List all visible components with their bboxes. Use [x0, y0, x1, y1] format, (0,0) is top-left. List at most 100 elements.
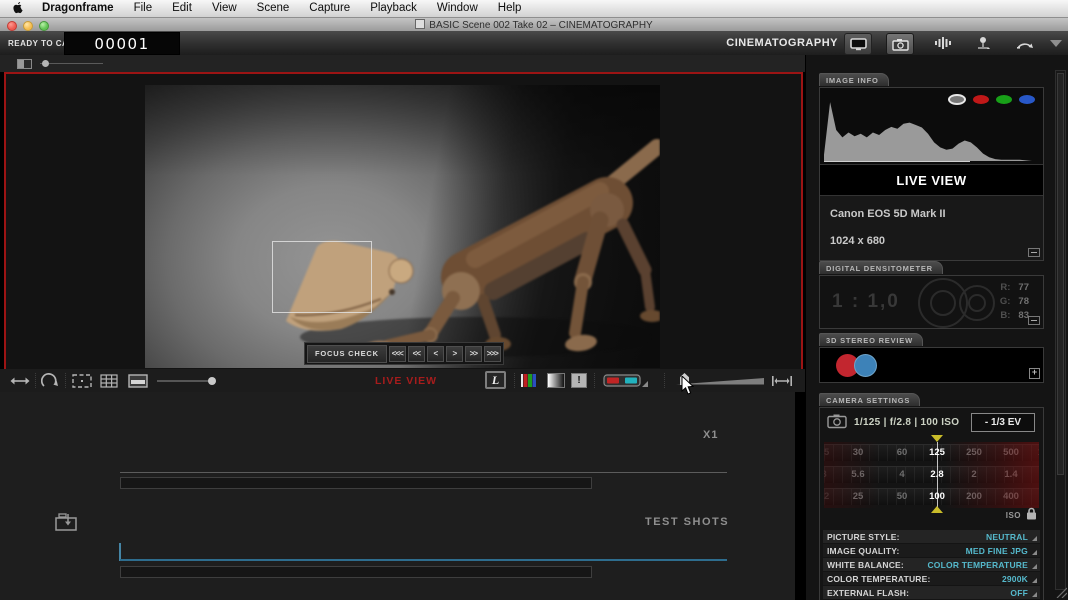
arc-workspace-button[interactable]	[1012, 33, 1038, 53]
exposure-summary: 1/125 | f/2.8 | 100 ISO	[854, 417, 959, 428]
dial-row-iso[interactable]: 122550100200400800	[824, 488, 1039, 505]
contrast-tool-button[interactable]	[547, 373, 565, 388]
capture-test-shot-button[interactable]	[55, 512, 79, 537]
view-zoom-slider[interactable]	[156, 372, 218, 389]
focus-check-button[interactable]: FOCUS CHECK	[307, 345, 387, 363]
menu-item-edit[interactable]: Edit	[162, 2, 202, 14]
exposure-dials[interactable]: 122550100200400800 85.642.821.4 1530601252…	[824, 442, 1039, 508]
test-shots-label: TEST SHOTS	[645, 516, 729, 528]
setting-label: WHITE BALANCE:	[827, 560, 904, 570]
focus-check-rectangle[interactable]	[272, 241, 372, 313]
live-view-area: FOCUS CHECK <<<<<<>>>>>>	[4, 72, 803, 371]
letterbox-mask-button[interactable]	[128, 372, 148, 389]
lens-tool-button[interactable]: L	[485, 371, 506, 389]
opacity-slider-knob[interactable]	[42, 60, 49, 67]
setting-row-color-temperature[interactable]: COLOR TEMPERATURE:2900K	[823, 572, 1040, 585]
pan-tool-button[interactable]	[10, 372, 30, 389]
focus-step-button-4[interactable]: >>	[465, 346, 482, 362]
menu-item-dragonframe[interactable]: Dragonframe	[32, 2, 124, 14]
letterbox-icon	[128, 374, 148, 388]
aspect-guide-button[interactable]	[72, 372, 92, 389]
camera-model: Canon EOS 5D Mark II	[830, 208, 946, 220]
dial-value-aperture-1.4: 1.4	[1004, 469, 1017, 480]
expand-horizontal-icon	[772, 375, 792, 387]
menu-item-file[interactable]: File	[124, 2, 163, 14]
setting-row-white-balance[interactable]: WHITE BALANCE:COLOR TEMPERATURE	[823, 558, 1040, 571]
window-title-bar[interactable]: BASIC Scene 002 Take 02 – CINEMATOGRAPHY	[0, 18, 1068, 32]
workspace-menu-button[interactable]	[1050, 40, 1062, 47]
timeline-scrollbar[interactable]	[120, 477, 592, 489]
collapse-densitometer-button[interactable]	[1028, 316, 1040, 325]
divider	[65, 373, 66, 388]
color-bars-button[interactable]	[521, 372, 536, 389]
menu-item-scene[interactable]: Scene	[247, 2, 300, 14]
frame-counter[interactable]: 00001	[64, 32, 180, 55]
densitometer-header[interactable]: DIGITAL DENSITOMETER	[819, 261, 943, 274]
focus-step-button-1[interactable]: <<	[408, 346, 425, 362]
expand-stereo-button[interactable]: +	[1029, 368, 1040, 379]
scrollbar-thumb[interactable]	[1057, 73, 1064, 475]
window-title: BASIC Scene 002 Take 02 – CINEMATOGRAPHY	[0, 19, 1068, 31]
cinematography-workspace-button[interactable]	[886, 33, 914, 55]
live-view-status: LIVE VIEW	[375, 375, 437, 387]
channel-value-row: R:77	[1000, 281, 1029, 295]
audio-waveform-icon	[934, 36, 952, 50]
image-info-header[interactable]: IMAGE INFO	[819, 73, 889, 86]
setting-label: EXTERNAL FLASH:	[827, 588, 909, 598]
densitometer-rings-icon	[905, 276, 1015, 330]
stereo-review-header[interactable]: 3D STEREO REVIEW	[819, 333, 923, 346]
setting-row-picture-style[interactable]: PICTURE STYLE:NEUTRAL	[823, 530, 1040, 543]
apple-menu-icon[interactable]	[13, 2, 24, 15]
channel-value-row: G:78	[1000, 295, 1029, 309]
dial-value-shutter-15: 15	[824, 447, 829, 458]
opacity-slider-track[interactable]	[40, 63, 103, 64]
rotate-view-button[interactable]	[41, 372, 59, 389]
opacity-icon	[17, 59, 32, 69]
menu-item-window[interactable]: Window	[427, 2, 488, 14]
mouse-cursor	[681, 376, 695, 396]
collapse-image-info-button[interactable]	[1028, 248, 1040, 257]
grid-overlay-button[interactable]	[100, 372, 118, 389]
densitometer-ratio: 1 : 1,0	[832, 291, 900, 313]
menu-item-capture[interactable]: Capture	[299, 2, 360, 14]
menu-item-playback[interactable]: Playback	[360, 2, 427, 14]
anaglyph-blue-icon	[854, 354, 877, 377]
focus-step-button-0[interactable]: <<<	[389, 346, 406, 362]
dial-row-shutter[interactable]: 1530601252505001000	[824, 444, 1039, 461]
dial-value-shutter-1000: 1000	[1037, 447, 1039, 458]
focus-step-button-2[interactable]: <	[427, 346, 444, 362]
macos-menu-bar: DragonframeFileEditViewSceneCapturePlayb…	[0, 0, 1068, 18]
resize-grip-icon[interactable]	[1053, 584, 1067, 598]
exclamation-icon: !	[577, 375, 580, 386]
channel-label: B:	[1000, 310, 1010, 321]
exposure-warning-button[interactable]: !	[571, 373, 587, 388]
test-shots-scrollbar[interactable]	[120, 566, 592, 578]
setting-row-external-flash[interactable]: EXTERNAL FLASH:OFF	[823, 586, 1040, 599]
focus-step-button-5[interactable]: >>>	[484, 346, 501, 362]
densitometer-section: DIGITAL DENSITOMETER 1 : 1,0 R:77G:78B:8…	[819, 258, 1044, 329]
dial-row-aperture[interactable]: 85.642.821.4	[824, 466, 1039, 483]
lighting-workspace-button[interactable]	[970, 33, 996, 53]
timeline-zoom-label: X1	[703, 429, 718, 441]
animation-workspace-button[interactable]	[844, 33, 872, 55]
rgb-values: R:77G:78B:83	[1000, 281, 1029, 323]
dial-value-iso-25: 25	[853, 491, 864, 502]
rotate-icon	[41, 373, 59, 389]
dial-value-aperture-4: 4	[899, 469, 904, 480]
grid-icon	[100, 374, 118, 388]
camera-icon	[892, 38, 909, 51]
lens-l-icon: L	[492, 373, 499, 388]
focus-step-button-3[interactable]: >	[446, 346, 463, 362]
setting-row-image-quality[interactable]: IMAGE QUALITY:MED FINE JPG	[823, 544, 1040, 557]
audio-workspace-button[interactable]	[930, 33, 956, 53]
ev-compensation-button[interactable]: - 1/3 EV	[971, 413, 1035, 432]
menu-item-help[interactable]: Help	[488, 2, 532, 14]
sidebar-scrollbar[interactable]	[1055, 70, 1066, 590]
lock-icon[interactable]	[1026, 507, 1037, 525]
camera-settings-header[interactable]: CAMERA SETTINGS	[819, 393, 920, 406]
anaglyph-3d-button[interactable]	[603, 372, 648, 389]
dial-value-aperture-8: 8	[824, 469, 827, 480]
menu-item-view[interactable]: View	[202, 2, 247, 14]
exposure-summary-row: 1/125 | f/2.8 | 100 ISO - 1/3 EV	[820, 413, 1043, 433]
fit-width-button[interactable]	[772, 372, 792, 389]
